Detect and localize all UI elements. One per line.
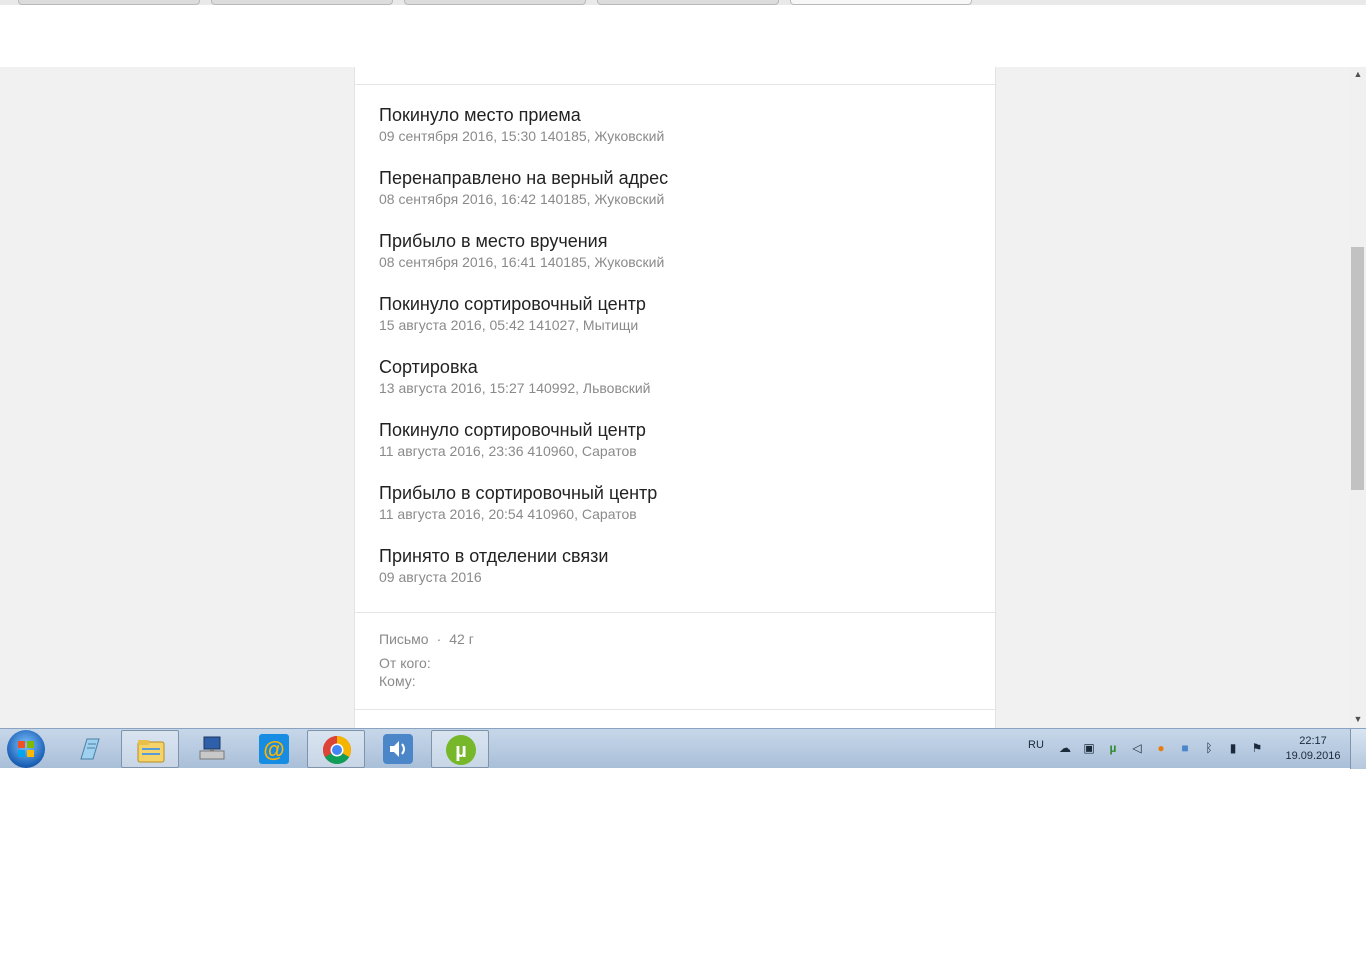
event-title: Покинуло сортировочный центр [379, 294, 646, 314]
recipient-label: Кому: [379, 673, 416, 689]
odnoklassniki-icon[interactable]: ● [1154, 741, 1168, 755]
speaker-icon [383, 734, 413, 764]
event-meta: 11 августа 2016, 20:54 410960, Саратов [379, 506, 637, 522]
windows-taskbar: @ µ RU ☁ ▣ µ ◁ ● ■ ᛒ ▮ ⚑ 22:17 19.09.201… [0, 728, 1366, 769]
event-title: Покинуло место приема [379, 105, 581, 125]
shipment-type: Письмо [379, 631, 429, 647]
clock-date: 19.09.2016 [1285, 750, 1341, 762]
language-indicator[interactable]: RU [1028, 739, 1044, 751]
utorrent-tray-icon[interactable]: µ [1106, 741, 1120, 755]
tracking-event: Покинуло сортировочный центр 15 августа … [379, 293, 979, 356]
event-meta: 11 августа 2016, 23:36 410960, Саратов [379, 443, 637, 459]
taskbar-notepad-button[interactable] [60, 730, 118, 768]
event-meta: 15 августа 2016, 05:42 141027, Мытищи [379, 317, 639, 333]
svg-text:@: @ [263, 737, 284, 762]
clock-time: 22:17 [1299, 735, 1327, 747]
utorrent-icon: µ [446, 735, 476, 765]
start-button[interactable] [7, 730, 45, 768]
event-meta: 09 августа 2016 [379, 569, 482, 585]
mail-at-icon: @ [259, 734, 289, 764]
chrome-icon [323, 736, 351, 764]
cloud-icon[interactable]: ☁ [1058, 741, 1072, 755]
separator-dot: · [436, 631, 442, 647]
taskbar-mail-agent-button[interactable]: @ [245, 730, 303, 768]
taskbar-sound-button[interactable] [369, 730, 427, 768]
sender-label: От кого: [379, 655, 431, 671]
taskbar-network-button[interactable] [183, 730, 241, 768]
tracking-event: Покинуло сортировочный центр 11 августа … [379, 419, 979, 482]
svg-text:µ: µ [455, 740, 467, 762]
event-title: Сортировка [379, 357, 478, 377]
tracking-card: Покинуло место приема 09 сентября 2016, … [354, 67, 996, 728]
network-computer-icon [199, 736, 225, 760]
action-center-flag-icon[interactable]: ⚑ [1250, 741, 1264, 755]
browser-toolbar [0, 5, 1354, 67]
taskbar-explorer-button[interactable] [121, 730, 179, 768]
scroll-down-arrow-icon[interactable]: ▼ [1350, 712, 1366, 726]
event-title: Перенаправлено на верный адрес [379, 168, 669, 188]
card-top-divider [355, 84, 995, 85]
taskbar-utorrent-button[interactable]: µ [431, 730, 489, 768]
event-title: Покинуло сортировочный центр [379, 420, 646, 440]
event-meta: 09 сентября 2016, 15:30 140185, Жуковски… [379, 128, 665, 144]
notepad-icon [80, 738, 100, 760]
volume-icon[interactable]: ◁ [1130, 741, 1144, 755]
signal-bars-icon[interactable]: ▮ [1226, 741, 1240, 755]
event-meta: 08 сентября 2016, 16:42 140185, Жуковски… [379, 191, 665, 207]
tracking-event: Прибыло в место вручения 08 сентября 201… [379, 230, 979, 293]
system-clock[interactable]: 22:17 19.09.2016 [1283, 734, 1343, 764]
system-tray: ☁ ▣ µ ◁ ● ■ ᛒ ▮ ⚑ [1058, 741, 1273, 757]
shipment-info: Письмо · 42 г От кого: Кому: [379, 630, 474, 690]
scrollbar-thumb[interactable] [1351, 247, 1364, 490]
page-scrollbar[interactable]: ▲ ▼ [1350, 67, 1366, 728]
event-title: Принято в отделении связи [379, 546, 609, 566]
tracking-event: Перенаправлено на верный адрес 08 сентяб… [379, 167, 979, 230]
scroll-up-arrow-icon[interactable]: ▲ [1350, 67, 1366, 81]
tracking-event-list: Покинуло место приема 09 сентября 2016, … [379, 104, 979, 608]
bluetooth-icon[interactable]: ᛒ [1202, 741, 1216, 755]
tracking-event: Принято в отделении связи 09 августа 201… [379, 545, 979, 608]
folder-icon [137, 740, 165, 763]
event-meta: 08 сентября 2016, 16:41 140185, Жуковски… [379, 254, 665, 270]
shipment-weight: 42 г [449, 631, 474, 647]
show-desktop-button[interactable] [1350, 729, 1366, 769]
event-title: Прибыло в место вручения [379, 231, 608, 251]
section-divider [355, 709, 995, 710]
event-title: Прибыло в сортировочный центр [379, 483, 658, 503]
tracking-event: Покинуло место приема 09 сентября 2016, … [379, 104, 979, 167]
taskbar-chrome-button[interactable] [307, 730, 365, 768]
section-divider [355, 612, 995, 613]
app-tray-icon[interactable]: ■ [1178, 741, 1192, 755]
tracking-event: Сортировка 13 августа 2016, 15:27 140992… [379, 356, 979, 419]
event-meta: 13 августа 2016, 15:27 140992, Львовский [379, 380, 651, 396]
usb-device-icon[interactable]: ▣ [1082, 741, 1096, 755]
page-viewport: Покинуло место приема 09 сентября 2016, … [0, 67, 1350, 728]
tracking-event: Прибыло в сортировочный центр 11 августа… [379, 482, 979, 545]
windows-logo-icon [18, 741, 34, 757]
